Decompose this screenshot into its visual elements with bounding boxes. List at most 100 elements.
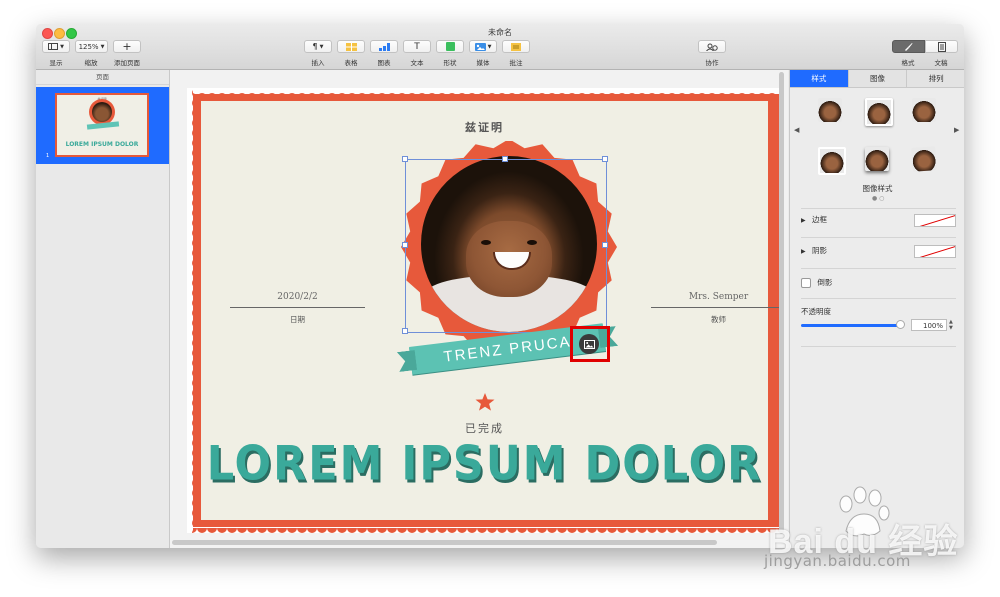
chart-icon bbox=[378, 42, 390, 51]
format-inspector: 样式 图像 排列 ◀ ▶ 图像样式 ● ○ ▶ 边框 ▶ 阴影 倒影 不透明度 … bbox=[789, 70, 964, 548]
divider bbox=[801, 237, 956, 238]
date-line bbox=[230, 307, 365, 308]
completed-label[interactable]: 已完成 bbox=[201, 420, 768, 436]
image-style-2[interactable] bbox=[865, 98, 893, 126]
image-style-6[interactable] bbox=[911, 146, 937, 172]
shadow-row[interactable]: ▶ 阴影 bbox=[801, 245, 956, 265]
thumbnail-headline: LOREM IPSUM DOLOR bbox=[65, 141, 139, 148]
resize-handle[interactable] bbox=[602, 156, 608, 162]
certificate-page[interactable]: 兹证明 2020/2/2 日期 Mrs. Semper 教师 TRENZ PRU… bbox=[187, 88, 782, 533]
chart-button[interactable] bbox=[370, 40, 398, 53]
opacity-label: 不透明度 bbox=[801, 307, 831, 316]
headline[interactable]: LOREM IPSUM DOLOR bbox=[201, 437, 768, 492]
opacity-row: 不透明度 100% ▲ ▼ bbox=[801, 306, 956, 336]
text-icon: T bbox=[414, 41, 420, 52]
shape-button[interactable] bbox=[436, 40, 464, 53]
page-thumbnails-sidebar: 页面 兹证明 LOREM IPSUM DOLOR 1 bbox=[36, 70, 170, 548]
paragraph-icon: ¶ bbox=[312, 42, 318, 51]
image-style-3[interactable] bbox=[912, 98, 936, 122]
table-button[interactable] bbox=[337, 40, 365, 53]
disclosure-triangle-icon: ▶ bbox=[801, 248, 806, 255]
insert-button[interactable]: ¶ ▼ bbox=[304, 40, 332, 53]
vertical-scrollbar[interactable] bbox=[779, 72, 784, 534]
add-page-label: 添加页面 bbox=[114, 59, 140, 67]
view-button[interactable]: ▼ bbox=[42, 40, 70, 53]
disclosure-triangle-icon: ▶ bbox=[801, 217, 806, 224]
resize-handle[interactable] bbox=[502, 156, 508, 162]
opacity-slider-track[interactable] bbox=[801, 324, 901, 327]
chevron-down-icon: ▼ bbox=[100, 43, 105, 50]
border-label: 边框 bbox=[812, 215, 828, 224]
text-button[interactable]: T bbox=[403, 40, 431, 53]
image-styles-caption: 图像样式 bbox=[862, 184, 893, 193]
chevron-down-icon: ▼ bbox=[319, 43, 324, 50]
comment-label: 批注 bbox=[509, 59, 523, 67]
page-dots[interactable]: ● ○ bbox=[872, 195, 884, 202]
media-icon bbox=[474, 42, 486, 51]
document-label: 文稿 bbox=[934, 59, 948, 67]
zoom-label: 缩放 bbox=[84, 59, 98, 67]
teacher-label[interactable]: 教师 bbox=[651, 314, 782, 325]
teacher-line bbox=[651, 307, 782, 308]
opacity-slider-knob[interactable] bbox=[896, 320, 905, 329]
opacity-stepper[interactable]: ▲ ▼ bbox=[949, 319, 953, 331]
plus-icon: + bbox=[122, 40, 132, 53]
paintbrush-icon bbox=[905, 43, 913, 51]
collaborate-button[interactable] bbox=[698, 40, 726, 53]
view-label: 显示 bbox=[49, 59, 63, 67]
page-number: 1 bbox=[46, 153, 50, 159]
border-swatch[interactable] bbox=[914, 214, 956, 227]
date-label[interactable]: 日期 bbox=[230, 314, 365, 325]
format-button[interactable] bbox=[892, 40, 925, 53]
chevron-down-icon: ▼ bbox=[60, 43, 64, 50]
border-row[interactable]: ▶ 边框 bbox=[801, 214, 956, 234]
zoom-select[interactable]: 125% ▼ bbox=[75, 40, 108, 53]
certificate-title[interactable]: 兹证明 bbox=[201, 119, 768, 135]
shadow-swatch[interactable] bbox=[914, 245, 956, 258]
star-icon bbox=[475, 393, 495, 411]
teacher-value[interactable]: Mrs. Semper bbox=[651, 292, 782, 302]
divider bbox=[801, 268, 956, 269]
horizontal-scrollbar[interactable] bbox=[172, 540, 717, 545]
image-style-1[interactable] bbox=[818, 98, 842, 122]
resize-handle[interactable] bbox=[402, 328, 408, 334]
image-style-4[interactable] bbox=[818, 147, 846, 175]
divider bbox=[801, 298, 956, 299]
watermark-url: jingyan.baidu.com bbox=[764, 552, 911, 570]
shape-icon bbox=[445, 42, 455, 51]
shadow-label: 阴影 bbox=[812, 246, 828, 255]
resize-handle[interactable] bbox=[402, 242, 408, 248]
comment-icon bbox=[511, 42, 521, 51]
comment-button[interactable] bbox=[502, 40, 530, 53]
sidebar-view-icon bbox=[48, 43, 59, 50]
date-value[interactable]: 2020/2/2 bbox=[230, 292, 365, 302]
collaborate-icon bbox=[706, 43, 718, 51]
thumbnail-ribbon bbox=[86, 121, 120, 130]
page-thumbnail-selected[interactable]: 兹证明 LOREM IPSUM DOLOR 1 bbox=[36, 87, 169, 164]
image-icon bbox=[583, 339, 595, 349]
document-canvas[interactable]: 兹证明 2020/2/2 日期 Mrs. Semper 教师 TRENZ PRU… bbox=[170, 70, 788, 548]
collaborate-label: 协作 bbox=[705, 59, 719, 67]
table-icon bbox=[345, 42, 357, 51]
media-button[interactable]: ▼ bbox=[469, 40, 497, 53]
opacity-field[interactable]: 100% bbox=[911, 319, 947, 331]
divider bbox=[801, 346, 956, 347]
reflection-checkbox[interactable] bbox=[801, 278, 811, 288]
replace-image-button[interactable] bbox=[579, 334, 599, 354]
baidu-watermark: Bai du 经验 jingyan.baidu.com bbox=[764, 486, 1000, 596]
resize-handle[interactable] bbox=[602, 242, 608, 248]
toolbar: 未命名 ▼ 显示 125% ▼ 缩放 + 添加页面 ¶ ▼ 插入 表格 图表 T… bbox=[36, 24, 964, 70]
app-window: 未命名 ▼ 显示 125% ▼ 缩放 + 添加页面 ¶ ▼ 插入 表格 图表 T… bbox=[36, 24, 964, 548]
zoom-value: 125% bbox=[78, 42, 99, 51]
add-page-button[interactable]: + bbox=[113, 40, 141, 53]
page-thumbnail[interactable]: 兹证明 LOREM IPSUM DOLOR bbox=[55, 93, 149, 157]
image-style-5[interactable] bbox=[865, 147, 889, 171]
selection-box bbox=[405, 159, 607, 333]
resize-handle[interactable] bbox=[402, 156, 408, 162]
reflection-label: 倒影 bbox=[817, 278, 833, 287]
certificate-body: 兹证明 2020/2/2 日期 Mrs. Semper 教师 TRENZ PRU… bbox=[201, 101, 782, 520]
document-button[interactable] bbox=[925, 40, 958, 53]
window-title: 未命名 bbox=[488, 28, 512, 37]
document-icon bbox=[937, 41, 946, 52]
reflection-row[interactable]: 倒影 bbox=[801, 277, 956, 293]
